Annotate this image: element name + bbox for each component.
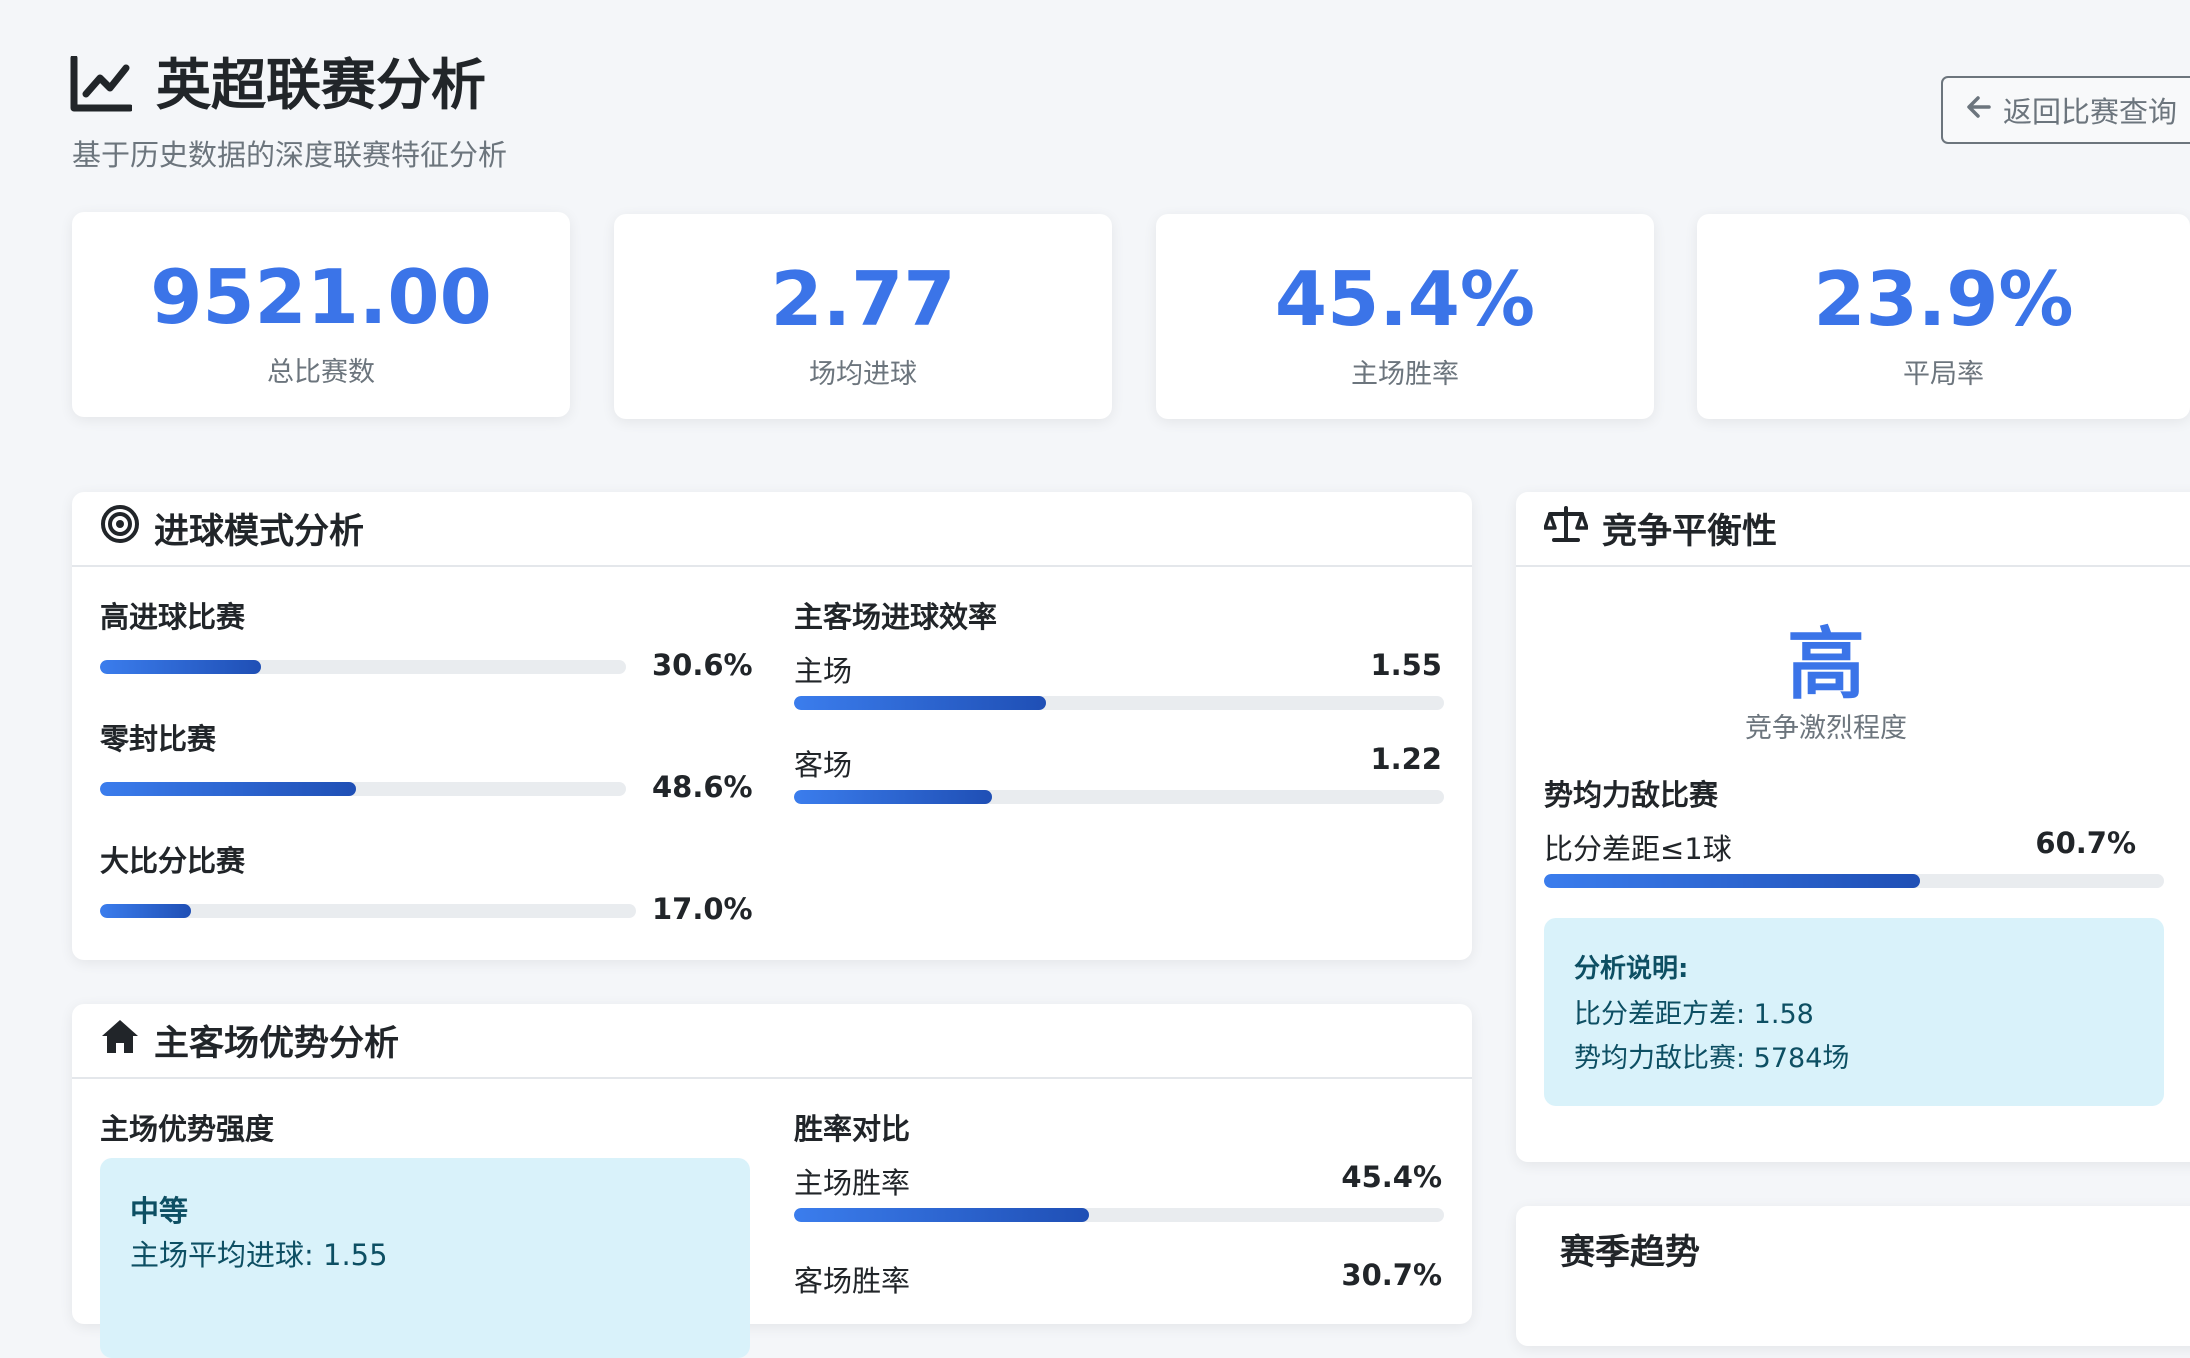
even-match-label: 比分差距≤1球 bbox=[1544, 832, 1732, 866]
home-avg-goals-line: 主场平均进球: 1.55 bbox=[130, 1238, 388, 1272]
chart-line-icon bbox=[70, 54, 134, 112]
stat-label: 总比赛数 bbox=[267, 357, 375, 388]
scoring-panel-header: 进球模式分析 bbox=[72, 492, 1472, 567]
progress-fill bbox=[100, 660, 261, 674]
home-winrate-label: 主场胜率 bbox=[794, 1166, 911, 1200]
efficiency-away-value: 1.22 bbox=[1370, 742, 1442, 776]
house-icon bbox=[100, 1016, 140, 1065]
efficiency-title: 主客场进球效率 bbox=[794, 600, 998, 634]
analysis-note-line: 比分差距方差: 1.58 bbox=[1574, 999, 1814, 1030]
home-advantage-panel: 主客场优势分析 主场优势强度 中等 主场平均进球: 1.55 胜率对比 主场胜率… bbox=[72, 1004, 1472, 1358]
stat-card-draw-rate: 23.9% 平局率 bbox=[1697, 214, 2190, 419]
season-trend-title: 赛季趋势 bbox=[1560, 1233, 1701, 1273]
clean-sheet-value: 48.6% bbox=[652, 770, 753, 804]
away-winrate-value: 30.7% bbox=[1341, 1258, 1442, 1292]
high-scoring-progress bbox=[100, 660, 626, 674]
efficiency-home-progress bbox=[794, 696, 1444, 710]
efficiency-away-progress bbox=[794, 790, 1444, 804]
back-to-match-query-button[interactable]: 返回比赛查询 bbox=[1941, 76, 2190, 144]
efficiency-home-label: 主场 bbox=[794, 654, 853, 688]
bullseye-icon bbox=[100, 504, 140, 553]
stat-value: 9521.00 bbox=[150, 253, 492, 341]
big-score-value: 17.0% bbox=[652, 892, 753, 926]
page-title: 英超联赛分析 bbox=[156, 53, 487, 117]
stat-card-total-matches: 9521.00 总比赛数 bbox=[72, 212, 570, 417]
balance-panel-header: 竞争平衡性 bbox=[1516, 492, 2190, 567]
scoring-pattern-panel: 进球模式分析 高进球比赛 30.6% 零封比赛 48.6% 大比分比赛 17.0… bbox=[72, 492, 1472, 960]
away-winrate-label: 客场胜率 bbox=[794, 1264, 911, 1298]
high-scoring-label: 高进球比赛 bbox=[100, 600, 246, 634]
competitive-balance-panel: 竞争平衡性 高 竞争激烈程度 势均力敌比赛 比分差距≤1球 60.7% 分析说明… bbox=[1516, 492, 2190, 1162]
page-subtitle: 基于历史数据的深度联赛特征分析 bbox=[72, 138, 508, 172]
back-button-label: 返回比赛查询 bbox=[2003, 95, 2178, 129]
competition-level-label: 竞争激烈程度 bbox=[1745, 713, 1907, 744]
home-winrate-value: 45.4% bbox=[1341, 1160, 1442, 1194]
efficiency-home-value: 1.55 bbox=[1370, 648, 1442, 682]
competition-level: 高 bbox=[1786, 620, 1865, 710]
stat-label: 主场胜率 bbox=[1351, 359, 1459, 390]
balance-scale-icon bbox=[1543, 504, 1589, 553]
home-strength-box: 中等 主场平均进球: 1.55 bbox=[100, 1158, 750, 1358]
stat-label: 场均进球 bbox=[809, 359, 917, 390]
home-panel-title: 主客场优势分析 bbox=[154, 1024, 400, 1064]
progress-fill bbox=[794, 790, 993, 804]
even-match-value: 60.7% bbox=[2035, 826, 2136, 860]
stat-label: 平局率 bbox=[1903, 359, 1984, 390]
high-scoring-value: 30.6% bbox=[652, 648, 753, 682]
efficiency-away-label: 客场 bbox=[794, 748, 853, 782]
even-match-progress bbox=[1544, 874, 2164, 888]
analysis-note-line: 势均力敌比赛: 5784场 bbox=[1574, 1043, 1850, 1074]
analysis-note-box: 分析说明: 比分差距方差: 1.58 势均力敌比赛: 5784场 bbox=[1544, 918, 2164, 1106]
stat-card-avg-goals: 2.77 场均进球 bbox=[614, 214, 1112, 419]
home-panel-header: 主客场优势分析 bbox=[72, 1004, 1472, 1079]
analysis-note-title: 分析说明: bbox=[1574, 954, 1689, 984]
even-match-title: 势均力敌比赛 bbox=[1544, 778, 1719, 812]
progress-fill bbox=[794, 1208, 1090, 1222]
progress-fill bbox=[794, 696, 1046, 710]
progress-fill bbox=[100, 782, 356, 796]
season-trend-panel: 赛季趋势 bbox=[1516, 1206, 2190, 1346]
big-score-progress bbox=[100, 904, 636, 918]
balance-panel-title: 竞争平衡性 bbox=[1602, 512, 1778, 552]
clean-sheet-label: 零封比赛 bbox=[100, 722, 217, 756]
big-score-label: 大比分比赛 bbox=[100, 844, 246, 878]
stat-value: 2.77 bbox=[770, 255, 956, 343]
stat-value: 23.9% bbox=[1813, 255, 2074, 343]
home-winrate-progress bbox=[794, 1208, 1444, 1222]
winrate-title: 胜率对比 bbox=[794, 1112, 911, 1146]
scoring-panel-title: 进球模式分析 bbox=[154, 512, 365, 552]
stat-value: 45.4% bbox=[1274, 255, 1536, 343]
stat-card-home-win-rate: 45.4% 主场胜率 bbox=[1156, 214, 1654, 419]
progress-fill bbox=[100, 904, 192, 918]
home-strength-title: 主场优势强度 bbox=[100, 1112, 275, 1146]
home-strength-level: 中等 bbox=[130, 1194, 189, 1228]
clean-sheet-progress bbox=[100, 782, 626, 796]
progress-fill bbox=[1544, 874, 1921, 888]
arrow-left-icon bbox=[1965, 93, 1993, 128]
